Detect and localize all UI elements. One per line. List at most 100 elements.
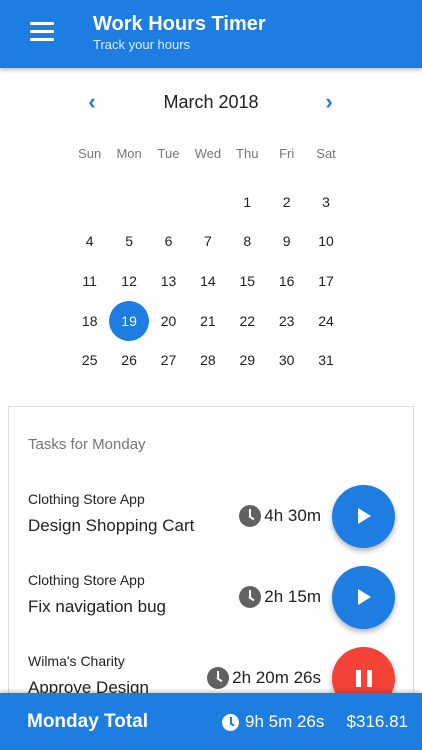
day-cell[interactable]: 2 <box>267 182 306 222</box>
day-number: 3 <box>322 193 330 210</box>
day-number: 9 <box>282 233 291 250</box>
total-bar: Monday Total 9h 5m 26s $316.81 <box>0 693 422 750</box>
day-number: 21 <box>200 312 216 329</box>
calendar-nav: ‹ March 2018 › <box>0 88 422 118</box>
day-cell[interactable]: 24 <box>306 301 345 341</box>
day-cell[interactable]: 21 <box>188 301 227 341</box>
day-number: 6 <box>164 233 173 250</box>
menu-icon[interactable] <box>30 22 58 46</box>
day-number: 7 <box>203 233 212 250</box>
day-cell[interactable]: 3 <box>306 182 345 222</box>
chevron-right-icon[interactable]: › <box>317 90 341 114</box>
app-title: Work Hours Timer <box>93 13 266 35</box>
day-cell[interactable]: 25 <box>70 340 109 380</box>
day-number: 29 <box>239 352 256 369</box>
play-button[interactable] <box>332 566 395 629</box>
day-cell[interactable]: 29 <box>228 340 267 380</box>
day-number: 27 <box>160 352 177 369</box>
weekday-label: Tue <box>157 146 180 161</box>
day-number: 14 <box>200 272 216 289</box>
day-number: 5 <box>125 233 133 250</box>
pause-icon <box>356 670 372 687</box>
day-cell[interactable]: 30 <box>267 340 306 380</box>
day-cell[interactable]: 6 <box>149 222 188 262</box>
weekday-header: Sun Mon Tue Wed Thu Fri Sat <box>70 146 346 161</box>
day-empty <box>109 182 148 222</box>
task-row[interactable]: Clothing Store App Fix navigation bug 2h 1… <box>9 566 413 654</box>
day-number: 30 <box>278 352 295 369</box>
day-cell[interactable]: 22 <box>228 301 267 341</box>
day-cell[interactable]: 17 <box>306 261 345 301</box>
day-empty <box>149 182 188 222</box>
day-number: 20 <box>160 312 177 329</box>
clock-icon <box>239 586 262 608</box>
weekday-label: Thu <box>236 146 259 161</box>
day-number: 25 <box>81 352 98 369</box>
weekday-label: Sun <box>78 146 102 161</box>
day-cell[interactable]: 23 <box>267 301 306 341</box>
weekday-label: Wed <box>194 146 222 161</box>
day-cell[interactable]: 12 <box>109 261 148 301</box>
day-cell[interactable]: 7 <box>188 222 227 262</box>
task-duration: 2h 20m 26s <box>207 667 321 689</box>
total-amount: $316.81 <box>346 712 408 731</box>
day-number: 2 <box>282 193 291 210</box>
day-number: 22 <box>239 312 256 329</box>
app-bar: Work Hours Timer Track your hours <box>0 0 422 68</box>
day-number: 24 <box>318 312 334 329</box>
day-cell[interactable]: 20 <box>149 301 188 341</box>
day-cell[interactable]: 28 <box>188 340 227 380</box>
app-subtitle: Track your hours <box>93 37 191 52</box>
clock-icon <box>222 713 239 731</box>
day-number: 26 <box>121 352 137 369</box>
day-cell[interactable]: 15 <box>228 261 267 301</box>
total-label: Monday Total <box>27 711 149 732</box>
tasks-heading: Tasks for Monday <box>28 436 146 453</box>
day-empty <box>188 182 227 222</box>
day-cell[interactable]: 10 <box>306 222 345 262</box>
task-duration: 4h 30m <box>239 505 321 527</box>
day-cell[interactable]: 14 <box>188 261 227 301</box>
day-cell-selected[interactable]: 19 <box>109 300 150 341</box>
day-number: 13 <box>160 272 177 289</box>
day-number: 17 <box>318 272 334 289</box>
total-time: 9h 5m 26s <box>222 712 324 732</box>
day-number: 1 <box>243 193 252 210</box>
day-cell[interactable]: 16 <box>267 261 306 301</box>
clock-icon <box>239 505 262 527</box>
day-number: 16 <box>278 272 295 289</box>
task-duration-value: 4h 30m <box>264 506 321 525</box>
day-number: 18 <box>81 312 98 329</box>
tasks-card: Tasks for Monday Clothing Store App Desig… <box>8 406 414 706</box>
day-cell[interactable]: 26 <box>109 340 148 380</box>
day-cell[interactable]: 1 <box>228 182 267 222</box>
play-icon <box>358 508 371 524</box>
day-cell[interactable]: 9 <box>267 222 306 262</box>
day-cell[interactable]: 8 <box>228 222 267 262</box>
day-cell[interactable]: 31 <box>306 340 345 380</box>
day-cell[interactable]: 5 <box>109 222 148 262</box>
weekday-label: Mon <box>116 146 142 161</box>
task-project: Clothing Store App <box>28 491 145 507</box>
day-number: 28 <box>200 352 216 369</box>
day-cell[interactable]: 13 <box>149 261 188 301</box>
day-cell[interactable]: 27 <box>149 340 188 380</box>
day-number: 12 <box>121 272 137 289</box>
task-name: Design Shopping Cart <box>28 516 195 535</box>
total-time-value: 9h 5m 26s <box>245 712 325 731</box>
month-label: March 2018 <box>163 92 259 112</box>
day-cell[interactable]: 11 <box>70 261 109 301</box>
day-number: 11 <box>82 272 97 289</box>
clock-icon <box>207 667 230 689</box>
day-number: 4 <box>85 233 94 250</box>
day-cell[interactable]: 18 <box>70 301 109 341</box>
task-row[interactable]: Clothing Store App Design Shopping Cart 4h… <box>9 485 413 573</box>
day-number: 31 <box>318 352 334 369</box>
day-cell[interactable]: 4 <box>70 222 109 262</box>
play-button[interactable] <box>332 485 395 548</box>
task-duration-value: 2h 15m <box>264 587 321 606</box>
task-duration: 2h 15m <box>239 586 321 608</box>
task-project: Clothing Store App <box>28 572 145 588</box>
day-number: 8 <box>243 233 252 250</box>
day-empty <box>70 182 109 222</box>
